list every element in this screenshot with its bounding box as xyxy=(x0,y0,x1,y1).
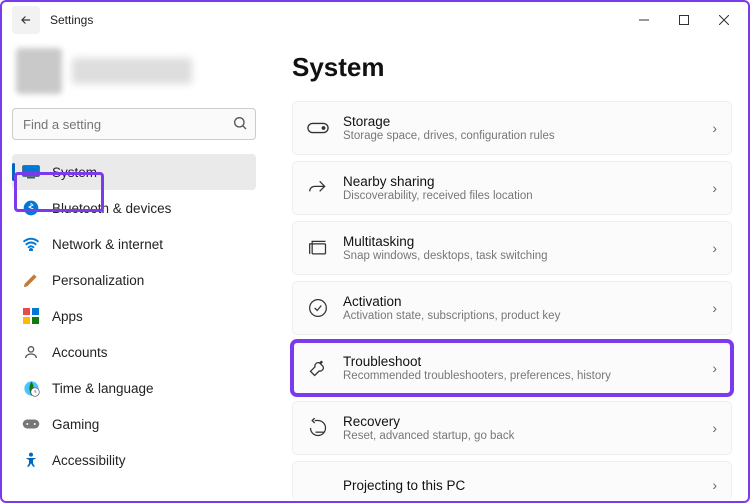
nav-time[interactable]: Time & language xyxy=(12,370,256,406)
minimize-button[interactable] xyxy=(624,4,664,36)
multitask-icon xyxy=(307,237,329,259)
display-icon xyxy=(22,163,40,181)
nav-network[interactable]: Network & internet xyxy=(12,226,256,262)
apps-icon xyxy=(22,307,40,325)
nav-label: Apps xyxy=(52,309,83,324)
card-sub: Activation state, subscriptions, product… xyxy=(343,310,698,322)
card-sub: Reset, advanced startup, go back xyxy=(343,430,698,442)
card-sub: Recommended troubleshooters, preferences… xyxy=(343,370,698,382)
card-title: Storage xyxy=(343,114,698,129)
card-sub: Storage space, drives, configuration rul… xyxy=(343,130,698,142)
arrow-left-icon xyxy=(19,13,33,27)
share-icon xyxy=(307,177,329,199)
chevron-right-icon: › xyxy=(712,300,717,316)
accessibility-icon xyxy=(22,451,40,469)
profile-name xyxy=(72,58,192,84)
card-projecting[interactable]: Projecting to this PC › xyxy=(292,461,732,500)
projecting-icon xyxy=(307,474,329,496)
nav-personalization[interactable]: Personalization xyxy=(12,262,256,298)
chevron-right-icon: › xyxy=(712,477,717,493)
chevron-right-icon: › xyxy=(712,180,717,196)
card-nearby-sharing[interactable]: Nearby sharingDiscoverability, received … xyxy=(292,161,732,215)
search-box[interactable] xyxy=(12,108,256,140)
search-icon xyxy=(232,115,248,131)
search-input[interactable] xyxy=(12,108,256,140)
avatar xyxy=(16,48,62,94)
card-title: Recovery xyxy=(343,414,698,429)
chevron-right-icon: › xyxy=(712,420,717,436)
nav-label: Network & internet xyxy=(52,237,163,252)
card-activation[interactable]: ActivationActivation state, subscription… xyxy=(292,281,732,335)
bluetooth-icon xyxy=(22,199,40,217)
nav-label: Time & language xyxy=(52,381,154,396)
maximize-icon xyxy=(679,15,689,25)
check-circle-icon xyxy=(307,297,329,319)
card-sub: Discoverability, received files location xyxy=(343,190,698,202)
card-storage[interactable]: StorageStorage space, drives, configurat… xyxy=(292,101,732,155)
card-sub: Snap windows, desktops, task switching xyxy=(343,250,698,262)
wrench-icon xyxy=(307,357,329,379)
recovery-icon xyxy=(307,417,329,439)
minimize-icon xyxy=(639,15,649,25)
card-title: Multitasking xyxy=(343,234,698,249)
gamepad-icon xyxy=(22,415,40,433)
card-recovery[interactable]: RecoveryReset, advanced startup, go back… xyxy=(292,401,732,455)
nav-label: Bluetooth & devices xyxy=(52,201,171,216)
nav-accessibility[interactable]: Accessibility xyxy=(12,442,256,478)
nav-bluetooth[interactable]: Bluetooth & devices xyxy=(12,190,256,226)
card-title: Nearby sharing xyxy=(343,174,698,189)
paintbrush-icon xyxy=(22,271,40,289)
chevron-right-icon: › xyxy=(712,360,717,376)
nav-label: Gaming xyxy=(52,417,99,432)
storage-icon xyxy=(307,117,329,139)
close-button[interactable] xyxy=(704,4,744,36)
card-title: Troubleshoot xyxy=(343,354,698,369)
wifi-icon xyxy=(22,235,40,253)
card-title: Activation xyxy=(343,294,698,309)
person-icon xyxy=(22,343,40,361)
nav-system[interactable]: System xyxy=(12,154,256,190)
clock-globe-icon xyxy=(22,379,40,397)
chevron-right-icon: › xyxy=(712,120,717,136)
nav-label: Personalization xyxy=(52,273,144,288)
user-profile[interactable] xyxy=(12,44,256,108)
window-title: Settings xyxy=(50,13,93,27)
nav-gaming[interactable]: Gaming xyxy=(12,406,256,442)
nav-label: Accounts xyxy=(52,345,108,360)
back-button[interactable] xyxy=(12,6,40,34)
card-multitasking[interactable]: MultitaskingSnap windows, desktops, task… xyxy=(292,221,732,275)
card-title: Projecting to this PC xyxy=(343,478,698,493)
nav-label: System xyxy=(52,165,97,180)
maximize-button[interactable] xyxy=(664,4,704,36)
page-title: System xyxy=(292,52,734,83)
card-troubleshoot[interactable]: TroubleshootRecommended troubleshooters,… xyxy=(292,341,732,395)
nav-accounts[interactable]: Accounts xyxy=(12,334,256,370)
nav-label: Accessibility xyxy=(52,453,126,468)
close-icon xyxy=(719,15,729,25)
chevron-right-icon: › xyxy=(712,240,717,256)
nav-apps[interactable]: Apps xyxy=(12,298,256,334)
